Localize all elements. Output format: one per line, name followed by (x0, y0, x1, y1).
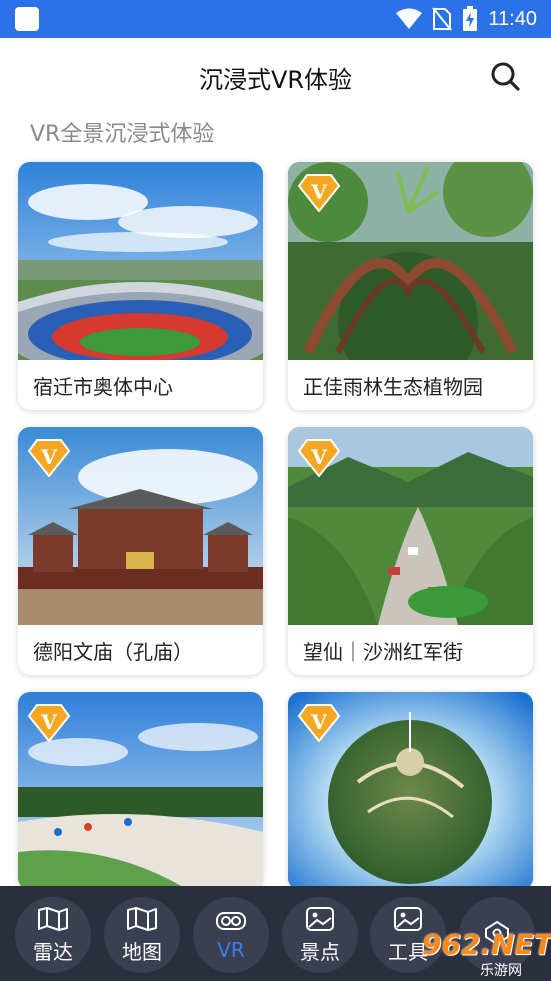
scenic-image: V (18, 427, 263, 625)
search-icon[interactable] (489, 60, 521, 92)
scenic-card[interactable]: V 正佳雨林生态植物园 (288, 162, 533, 410)
scenic-title: 正佳雨林生态植物园 (303, 374, 483, 399)
nav-label: 地图 (122, 939, 162, 964)
notification-icon (15, 7, 39, 31)
vr-badge-icon: V (297, 704, 341, 742)
map-fold-icon (38, 906, 68, 931)
vr-badge-icon: V (27, 704, 71, 742)
scenic-title: 望仙｜沙洲红军街 (303, 639, 463, 664)
nav-attractions[interactable]: 景点 (282, 897, 358, 973)
scenic-card[interactable]: V (18, 692, 263, 890)
nav-vr[interactable]: VR (193, 897, 269, 973)
scenic-card[interactable]: V (288, 692, 533, 890)
scenic-image: V (288, 427, 533, 625)
scenic-image: V (288, 162, 533, 360)
app-header: 沉浸式VR体验 (0, 38, 551, 112)
page-title: 沉浸式VR体验 (198, 66, 353, 94)
wifi-icon (396, 8, 423, 29)
status-bar: 11:40 (0, 0, 551, 38)
svg-text:V: V (40, 710, 57, 734)
vr-glasses-icon (216, 912, 246, 930)
scenic-card[interactable]: V 望仙｜沙洲红军街 (288, 427, 533, 675)
no-sim-icon (432, 7, 453, 31)
nav-radar[interactable]: 雷达 (15, 897, 91, 973)
svg-text:V: V (310, 180, 327, 204)
svg-text:V: V (310, 445, 327, 469)
watermark-logo: 962.NET 乐游网 (412, 928, 551, 979)
status-icons: 11:40 (396, 0, 537, 38)
status-time: 11:40 (488, 7, 537, 30)
photo-icon (306, 906, 334, 931)
nav-label: 景点 (300, 939, 340, 964)
battery-charging-icon (463, 6, 478, 31)
section-label: VR全景沉浸式体验 (30, 122, 215, 147)
scenic-card[interactable]: 宿迁市奥体中心 (18, 162, 263, 410)
nav-map[interactable]: 地图 (104, 897, 180, 973)
scenic-image (18, 162, 263, 360)
svg-text:V: V (310, 710, 327, 734)
scenic-image: V (18, 692, 263, 890)
scenic-title: 宿迁市奥体中心 (33, 374, 173, 399)
vr-badge-icon: V (27, 439, 71, 477)
svg-text:V: V (40, 445, 57, 469)
scenic-image: V (288, 692, 533, 890)
map-fold-icon (127, 906, 157, 931)
app-screen: 11:40 沉浸式VR体验 VR全景沉浸式体验 宿迁市奥体中心 V 正佳雨林生态… (0, 0, 551, 981)
vr-badge-icon: V (297, 174, 341, 212)
watermark-sub: 乐游网 (480, 963, 522, 979)
scenic-title: 德阳文庙（孔庙） (33, 639, 193, 664)
scenic-card[interactable]: V 德阳文庙（孔庙） (18, 427, 263, 675)
watermark-brand: 962.NET (422, 928, 551, 961)
vr-badge-icon: V (297, 439, 341, 477)
nav-label: 雷达 (33, 939, 73, 964)
nav-label: VR (217, 938, 245, 962)
